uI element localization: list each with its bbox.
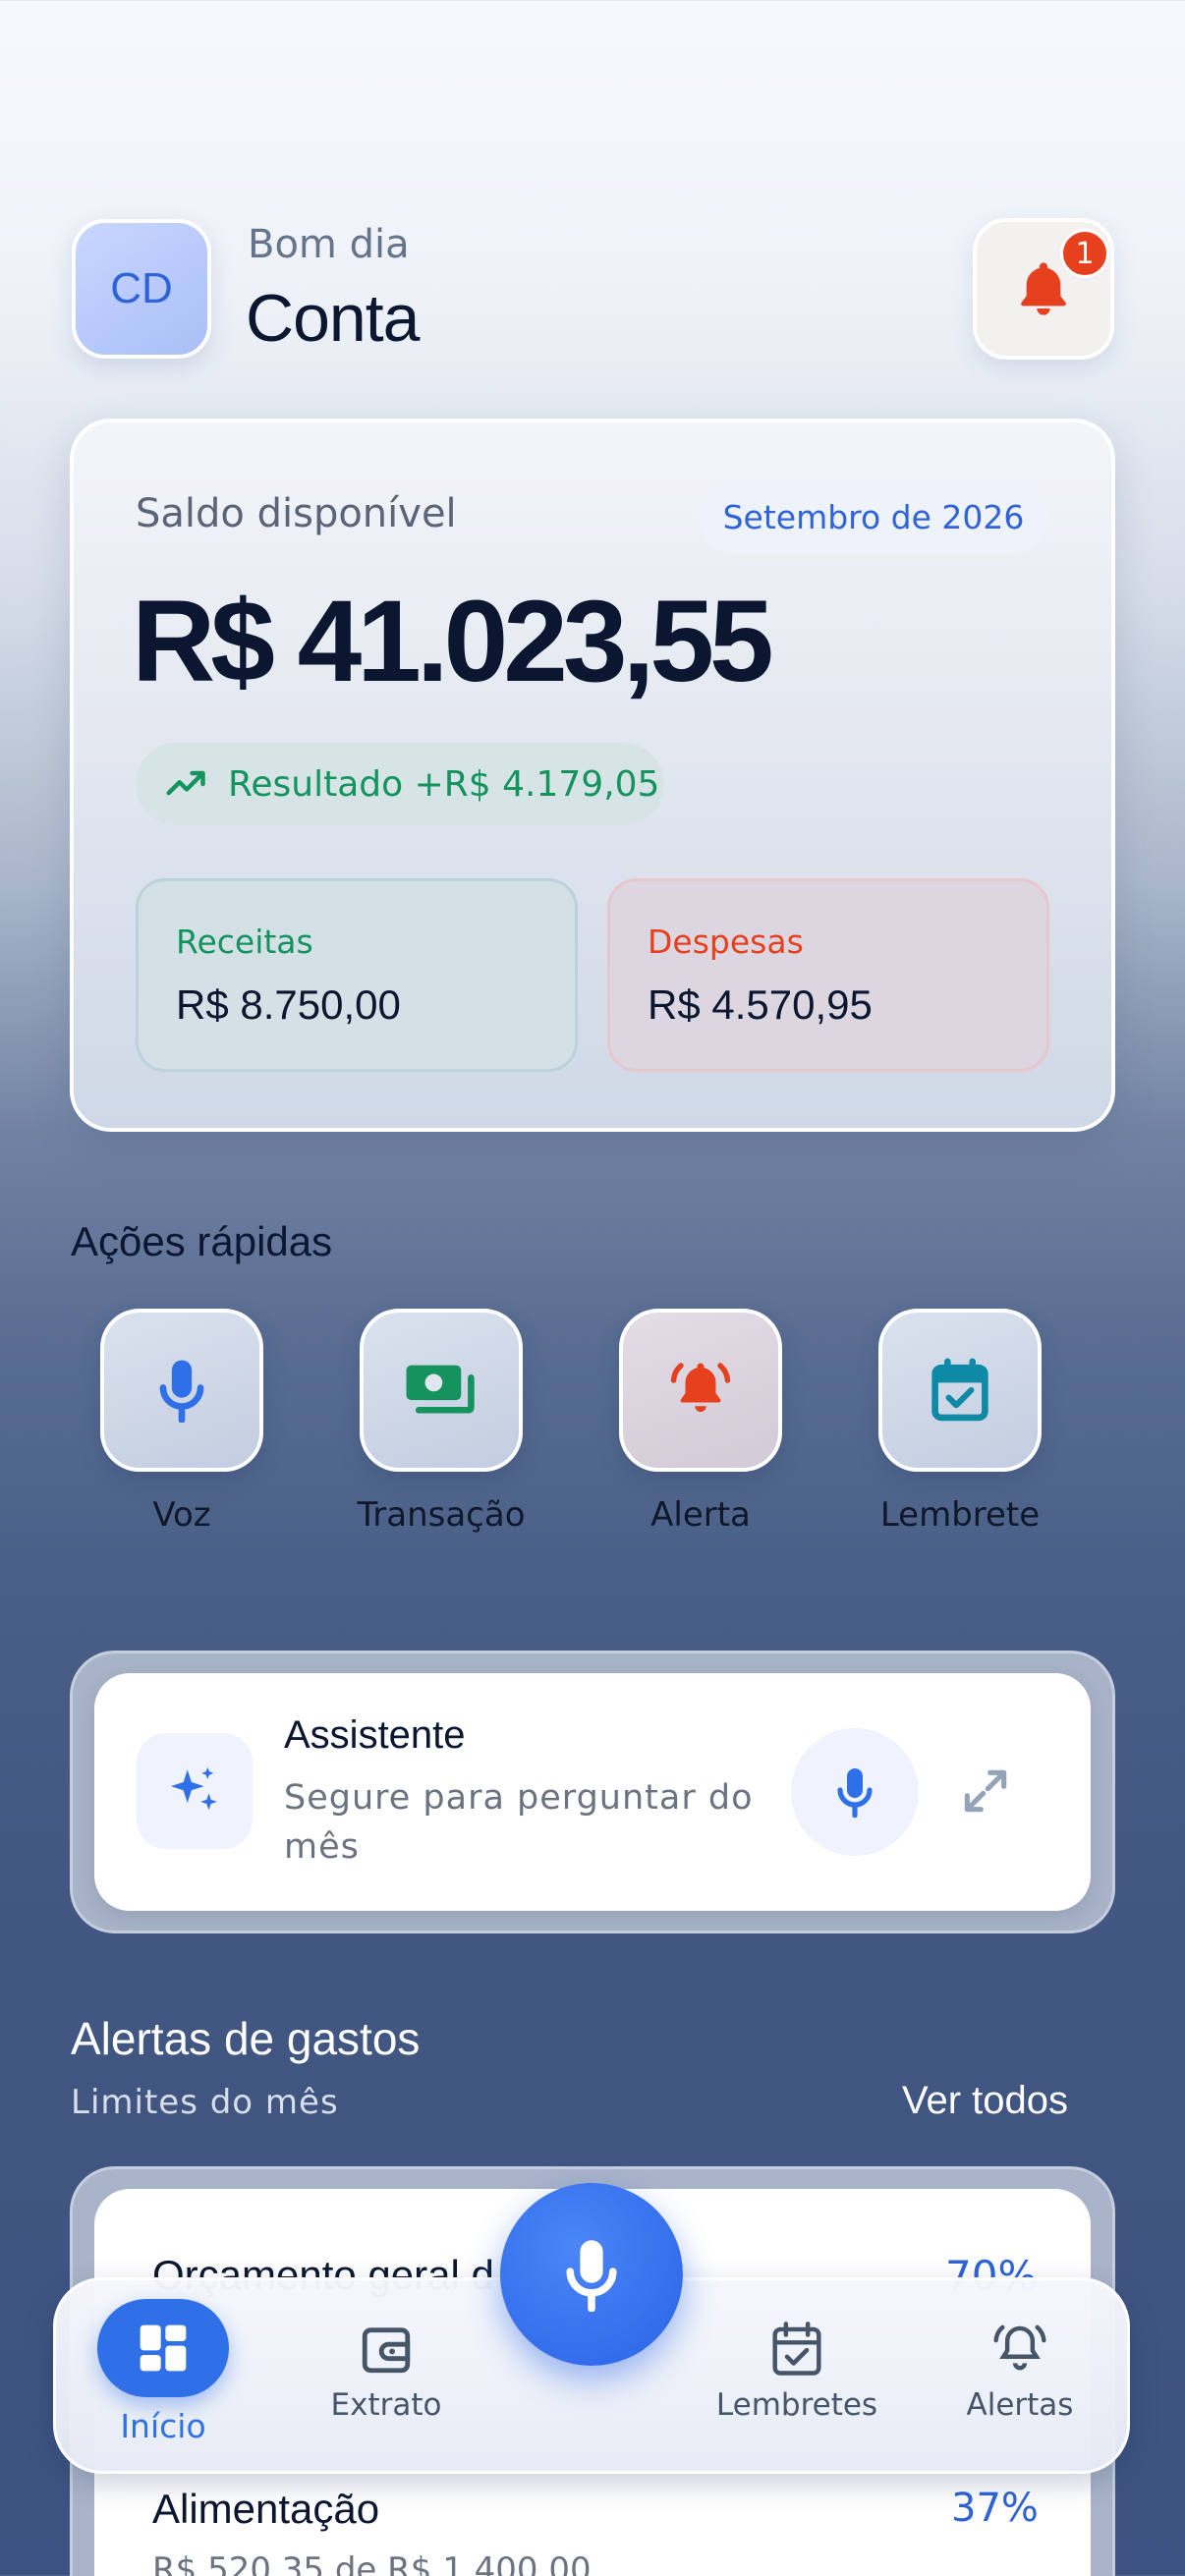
quick-action-alert[interactable] bbox=[619, 1309, 782, 1472]
quick-action-label: Lembrete bbox=[879, 1495, 1041, 1535]
alerts-subtitle: Limites do mês bbox=[71, 2083, 339, 2122]
result-text: Resultado +R$ 4.179,05 bbox=[228, 763, 660, 805]
quick-action-label: Voz bbox=[152, 1495, 211, 1535]
greeting: Bom dia bbox=[248, 222, 410, 267]
calendar-check-icon bbox=[931, 1358, 988, 1422]
quick-action-transaction[interactable] bbox=[360, 1309, 523, 1472]
assistant-mic-button[interactable] bbox=[791, 1728, 919, 1856]
voice-fab-button[interactable] bbox=[500, 2183, 683, 2366]
income-box[interactable]: Receitas R$ 8.750,00 bbox=[136, 878, 578, 1072]
expense-value: R$ 4.570,95 bbox=[648, 981, 873, 1028]
bell-ring-icon bbox=[670, 1363, 731, 1412]
nav-item-reminders[interactable]: Lembretes bbox=[699, 2321, 895, 2423]
nav-label: Alertas bbox=[966, 2387, 1074, 2423]
nav-item-alerts[interactable]: Alertas bbox=[922, 2321, 1118, 2423]
trending-up-icon bbox=[166, 770, 205, 796]
account-name: Conta bbox=[246, 281, 420, 356]
cash-icon bbox=[406, 1365, 475, 1414]
calendar-check-icon bbox=[772, 2322, 821, 2376]
home-pill bbox=[97, 2299, 229, 2397]
assistant-icon-box bbox=[137, 1733, 253, 1849]
month-selector[interactable]: Setembro de 2026 bbox=[699, 479, 1048, 554]
expand-button[interactable] bbox=[958, 1764, 1013, 1822]
wallet-icon bbox=[362, 2327, 411, 2374]
avatar[interactable]: CD bbox=[72, 219, 211, 359]
result-badge: Resultado +R$ 4.179,05 bbox=[136, 743, 664, 825]
alerts-title: Alertas de gastos bbox=[71, 2013, 421, 2064]
quick-action-voice[interactable] bbox=[100, 1309, 263, 1472]
dashboard-icon bbox=[140, 2324, 187, 2372]
notification-badge: 1 bbox=[1060, 229, 1109, 278]
mic-icon bbox=[566, 2240, 617, 2312]
mic-icon bbox=[837, 1768, 873, 1818]
alert-item-percent: 37% bbox=[951, 2486, 1039, 2531]
nav-label: Extrato bbox=[330, 2387, 442, 2423]
assistant-subtitle: Segure para perguntar do mês bbox=[284, 1778, 754, 1867]
quick-action-reminder[interactable] bbox=[878, 1309, 1042, 1472]
nav-item-statement[interactable]: Extrato bbox=[288, 2321, 484, 2423]
avatar-initials: CD bbox=[110, 264, 173, 312]
quick-actions-title: Ações rápidas bbox=[71, 1218, 333, 1264]
expense-box[interactable]: Despesas R$ 4.570,95 bbox=[607, 878, 1049, 1072]
nav-label: Início bbox=[120, 2407, 206, 2445]
income-label: Receitas bbox=[176, 923, 313, 961]
bell-ring-icon bbox=[993, 2324, 1046, 2371]
quick-action-label: Transação bbox=[357, 1495, 526, 1535]
expand-icon bbox=[964, 1769, 1007, 1813]
balance-amount: R$ 41.023,55 bbox=[132, 577, 774, 706]
alert-item-detail: R$ 520,35 de R$ 1.400,00 bbox=[152, 2550, 592, 2576]
nav-label: Lembretes bbox=[715, 2387, 878, 2423]
quick-action-label: Alerta bbox=[650, 1495, 751, 1535]
sparkle-icon bbox=[170, 1766, 217, 1811]
income-value: R$ 8.750,00 bbox=[176, 981, 401, 1028]
expense-label: Despesas bbox=[648, 923, 804, 961]
nav-item-home[interactable]: Início bbox=[65, 2299, 261, 2445]
assistant-title: Assistente bbox=[284, 1713, 466, 1757]
view-all-link[interactable]: Ver todos bbox=[902, 2079, 1068, 2123]
mic-icon bbox=[159, 1360, 204, 1423]
alert-item-name[interactable]: Alimentação bbox=[152, 2486, 379, 2533]
balance-label: Saldo disponível bbox=[136, 491, 457, 536]
